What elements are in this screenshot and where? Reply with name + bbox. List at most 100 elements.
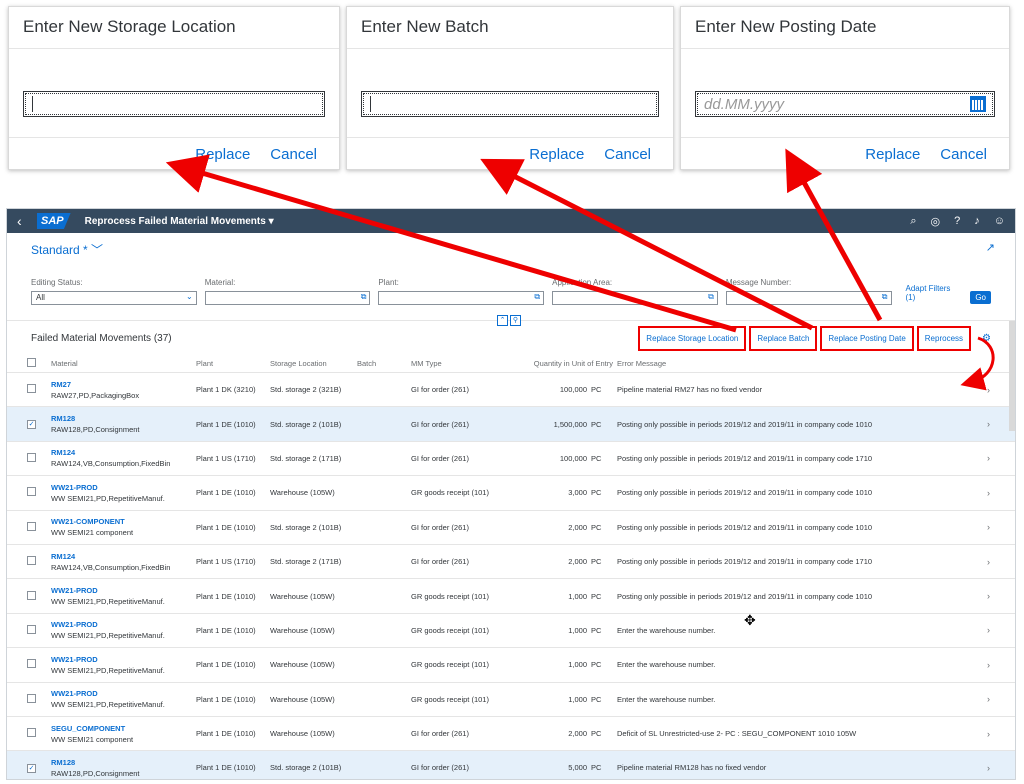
- chevron-right-icon[interactable]: ›: [987, 763, 1015, 773]
- material-link[interactable]: WW21-PROD: [51, 655, 196, 664]
- share-icon[interactable]: ↗: [986, 241, 995, 254]
- table-row[interactable]: RM124 RAW124,VB,Consumption,FixedBin Plant…: [7, 442, 1015, 477]
- cancel-button[interactable]: Cancel: [604, 146, 651, 163]
- scrollbar[interactable]: [1009, 321, 1015, 431]
- column-header-storage-location[interactable]: Storage Location: [270, 359, 357, 368]
- column-header-material[interactable]: Material: [51, 359, 196, 368]
- chevron-right-icon[interactable]: ›: [987, 729, 1015, 739]
- row-checkbox[interactable]: [27, 590, 36, 600]
- posting-date-input[interactable]: dd.MM.yyyy: [695, 91, 995, 117]
- app-title[interactable]: Reprocess Failed Material Movements ▾: [85, 216, 274, 227]
- column-header-mm-type[interactable]: MM Type: [411, 359, 517, 368]
- copilot-icon[interactable]: ◎: [931, 215, 941, 228]
- plant-input[interactable]: ⧉: [378, 291, 545, 305]
- row-checkbox[interactable]: [27, 452, 36, 462]
- material-link[interactable]: WW21-PROD: [51, 620, 196, 629]
- gear-icon[interactable]: ⚙: [982, 333, 991, 344]
- editing-status-select[interactable]: All ⌄: [31, 291, 197, 305]
- value-help-icon[interactable]: ⧉: [361, 292, 367, 302]
- row-checkbox[interactable]: [27, 693, 36, 703]
- table-row[interactable]: WW21-PROD WW SEMI21,PD,RepetitiveManuf. Pl…: [7, 476, 1015, 511]
- material-link[interactable]: RM128: [51, 758, 196, 767]
- row-checkbox[interactable]: [27, 487, 36, 497]
- cancel-button[interactable]: Cancel: [270, 146, 317, 163]
- row-checkbox[interactable]: ✓: [27, 420, 36, 430]
- chevron-right-icon[interactable]: ›: [987, 453, 1015, 463]
- table-row[interactable]: SEGU_COMPONENT WW SEMI21 component Plant 1…: [7, 717, 1015, 752]
- replace-batch-button[interactable]: Replace Batch: [749, 325, 818, 351]
- material-input[interactable]: ⧉: [204, 291, 371, 305]
- user-icon[interactable]: ☺: [994, 215, 1005, 228]
- material-description: WW SEMI21,PD,RepetitiveManuf.: [51, 493, 165, 503]
- material-link[interactable]: WW21-COMPONENT: [51, 517, 196, 526]
- replace-button[interactable]: Replace: [195, 146, 250, 163]
- row-checkbox[interactable]: [27, 659, 36, 669]
- row-checkbox[interactable]: [27, 728, 36, 738]
- replace-button[interactable]: Replace: [529, 146, 584, 163]
- pin-header-icon[interactable]: ⚲: [510, 315, 521, 326]
- variant-selector[interactable]: Standard * ﹀: [31, 241, 991, 258]
- row-checkbox[interactable]: [27, 624, 36, 634]
- quantity-cell: 1,000: [568, 694, 587, 704]
- bell-icon[interactable]: ♪: [974, 215, 980, 228]
- table-row[interactable]: WW21-COMPONENT WW SEMI21 component Plant 1…: [7, 511, 1015, 545]
- material-link[interactable]: RM128: [51, 414, 196, 423]
- chevron-right-icon[interactable]: ›: [987, 625, 1015, 635]
- material-link[interactable]: RM124: [51, 448, 196, 457]
- chevron-right-icon[interactable]: ›: [987, 488, 1015, 498]
- row-checkbox[interactable]: [27, 556, 36, 566]
- chevron-right-icon[interactable]: ›: [987, 557, 1015, 567]
- chevron-right-icon[interactable]: ›: [987, 694, 1015, 704]
- calendar-icon[interactable]: [970, 96, 986, 112]
- column-header-plant[interactable]: Plant: [196, 359, 270, 368]
- go-button[interactable]: Go: [970, 291, 991, 304]
- plant-cell: Plant 1 DE (1010): [196, 729, 256, 739]
- row-checkbox[interactable]: [27, 384, 36, 394]
- table-row[interactable]: WW21-PROD WW SEMI21,PD,RepetitiveManuf. Pl…: [7, 648, 1015, 683]
- table-row[interactable]: RM124 RAW124,VB,Consumption,FixedBin Plant…: [7, 545, 1015, 580]
- table-row[interactable]: RM27 RAW27,PD,PackagingBox Plant 1 DK (321…: [7, 373, 1015, 408]
- value-help-icon[interactable]: ⧉: [708, 292, 714, 302]
- table-row[interactable]: WW21-PROD WW SEMI21,PD,RepetitiveManuf. Pl…: [7, 614, 1015, 649]
- back-icon[interactable]: ‹: [17, 213, 37, 229]
- reprocess-button[interactable]: Reprocess: [916, 325, 972, 351]
- material-cell: WW21-PROD WW SEMI21,PD,RepetitiveManuf.: [51, 689, 196, 709]
- filter-material: Material: ⧉: [204, 278, 371, 305]
- column-header-quantity[interactable]: Quantity in Unit of Entry: [517, 359, 617, 368]
- material-link[interactable]: SEGU_COMPONENT: [51, 724, 196, 733]
- plant-cell: Plant 1 DE (1010): [196, 522, 256, 532]
- adapt-filters-button[interactable]: Adapt Filters (1): [906, 284, 963, 302]
- column-header-error-message[interactable]: Error Message: [617, 359, 1015, 368]
- table-row[interactable]: ✓ RM128 RAW128,PD,Consignment Plant 1 DE (1…: [7, 407, 1015, 442]
- table-row[interactable]: WW21-PROD WW SEMI21,PD,RepetitiveManuf. Pl…: [7, 579, 1015, 614]
- application-area-input[interactable]: ⧉: [552, 291, 718, 305]
- row-checkbox[interactable]: ✓: [27, 763, 36, 773]
- material-link[interactable]: RM27: [51, 380, 196, 389]
- chevron-right-icon[interactable]: ›: [987, 522, 1015, 532]
- replace-storage-location-button[interactable]: Replace Storage Location: [638, 325, 747, 351]
- value-help-icon[interactable]: ⧉: [882, 292, 888, 302]
- column-header-batch[interactable]: Batch: [357, 359, 411, 368]
- cancel-button[interactable]: Cancel: [940, 146, 987, 163]
- material-link[interactable]: RM124: [51, 552, 196, 561]
- chevron-right-icon[interactable]: ›: [987, 660, 1015, 670]
- help-icon[interactable]: ?: [954, 215, 960, 228]
- batch-input[interactable]: [361, 91, 659, 117]
- search-icon[interactable]: ⌕: [910, 215, 916, 228]
- storage-location-input[interactable]: [23, 91, 325, 117]
- table-row[interactable]: WW21-PROD WW SEMI21,PD,RepetitiveManuf. Pl…: [7, 683, 1015, 717]
- row-checkbox[interactable]: [27, 521, 36, 531]
- sap-logo[interactable]: SAP: [37, 213, 71, 229]
- chevron-right-icon[interactable]: ›: [987, 591, 1015, 601]
- select-all-checkbox[interactable]: [27, 358, 36, 367]
- collapse-header-icon[interactable]: ⌃: [497, 315, 508, 326]
- value-help-icon[interactable]: ⧉: [534, 292, 540, 302]
- chevron-down-icon[interactable]: ⌄: [186, 292, 193, 301]
- replace-button[interactable]: Replace: [865, 146, 920, 163]
- message-number-input[interactable]: ⧉: [725, 291, 892, 305]
- table-row[interactable]: ✓ RM128 RAW128,PD,Consignment Plant 1 DE (1…: [7, 751, 1015, 779]
- material-link[interactable]: WW21-PROD: [51, 586, 196, 595]
- replace-posting-date-button[interactable]: Replace Posting Date: [820, 325, 914, 351]
- material-link[interactable]: WW21-PROD: [51, 689, 196, 698]
- material-link[interactable]: WW21-PROD: [51, 483, 196, 492]
